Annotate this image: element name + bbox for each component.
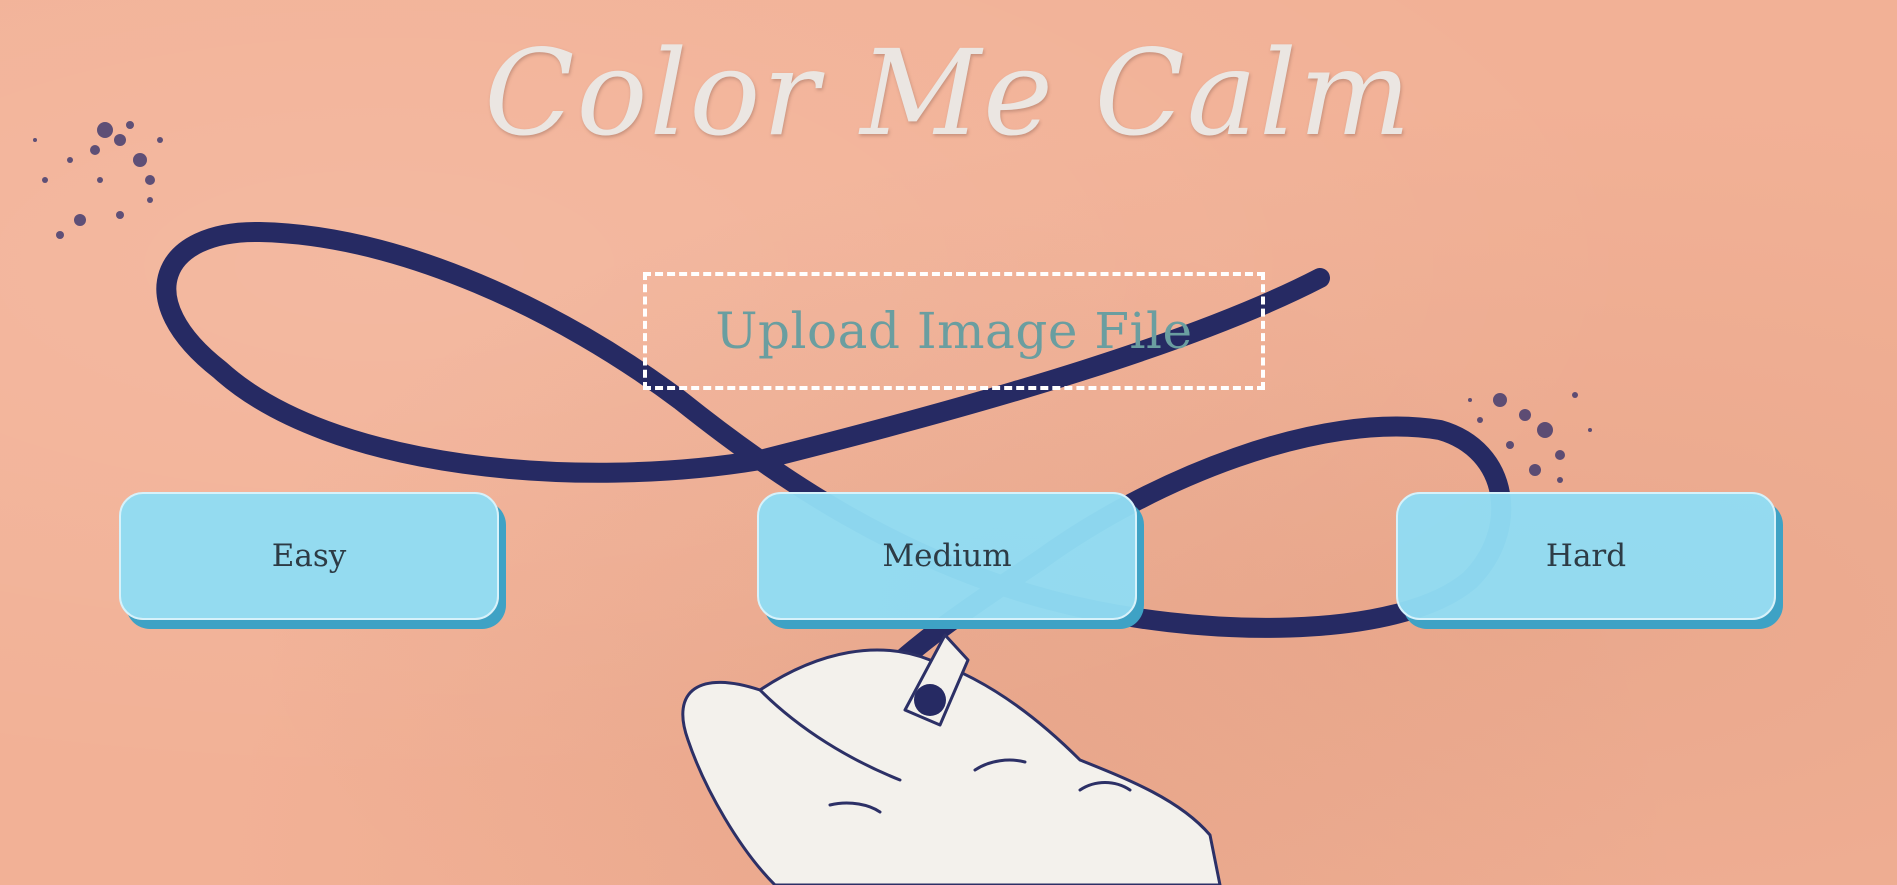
easy-button-label: Easy <box>271 538 347 574</box>
drawing-hand <box>681 633 1222 885</box>
hard-button[interactable]: Hard <box>1396 492 1776 620</box>
upload-image-button[interactable]: Upload Image File <box>643 272 1265 390</box>
hard-button-label: Hard <box>1545 538 1627 574</box>
medium-button[interactable]: Medium <box>757 492 1137 620</box>
easy-button[interactable]: Easy <box>119 492 499 620</box>
medium-button-label: Medium <box>882 538 1012 574</box>
page-title: Color Me Calm <box>484 24 1413 162</box>
upload-label: Upload Image File <box>715 302 1193 360</box>
